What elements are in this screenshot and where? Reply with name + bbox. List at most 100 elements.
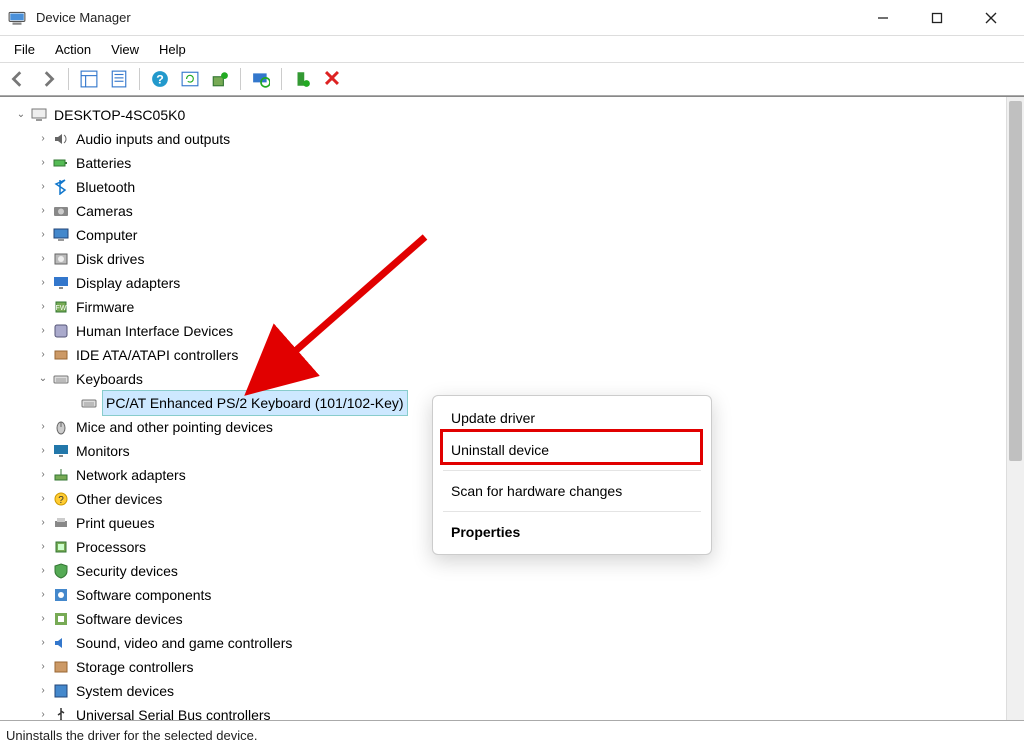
tree-category[interactable]: ›Bluetooth [6,175,1006,199]
menu-file[interactable]: File [4,39,45,60]
showhide-tree-button[interactable] [75,65,103,93]
scan-hardware-button[interactable] [247,65,275,93]
tree-category-label: Processors [74,535,148,559]
ctx-uninstall-device[interactable]: Uninstall device [433,434,711,466]
other-icon: ? [52,490,70,508]
chevron-right-icon[interactable]: › [36,271,50,295]
svg-text:FW: FW [56,305,67,312]
minimize-button[interactable] [856,0,910,36]
monitor-icon [52,442,70,460]
chevron-right-icon[interactable]: › [36,463,50,487]
toolbar-separator [139,68,140,90]
status-text: Uninstalls the driver for the selected d… [6,728,257,743]
close-button[interactable] [964,0,1018,36]
swdev-icon [52,610,70,628]
chevron-right-icon[interactable]: › [36,415,50,439]
chevron-right-icon[interactable]: › [36,223,50,247]
tree-category[interactable]: ›Storage controllers [6,655,1006,679]
camera-icon [52,202,70,220]
menu-bar: File Action View Help [0,36,1024,62]
chevron-right-icon[interactable]: › [36,127,50,151]
chevron-right-icon[interactable]: › [36,607,50,631]
tree-root[interactable]: ⌄ DESKTOP-4SC05K0 [6,103,1006,127]
toolbar-separator [68,68,69,90]
chevron-right-icon[interactable]: › [36,295,50,319]
app-icon [8,9,26,27]
chevron-right-icon[interactable]: › [36,703,50,720]
tree-category-label: Security devices [74,559,180,583]
display-icon [52,274,70,292]
chevron-right-icon[interactable]: › [36,559,50,583]
add-drivers-button[interactable] [288,65,316,93]
tree-category-label: System devices [74,679,176,703]
context-menu-separator [443,511,701,512]
chevron-right-icon[interactable]: › [36,655,50,679]
tree-category[interactable]: ›Audio inputs and outputs [6,127,1006,151]
uninstall-button[interactable]: ✕ [318,65,346,93]
tree-category-label: Software components [74,583,213,607]
storage-icon [52,658,70,676]
chevron-right-icon[interactable]: › [36,343,50,367]
chevron-right-icon[interactable]: › [36,175,50,199]
chevron-right-icon[interactable]: › [36,247,50,271]
chevron-down-icon[interactable]: ⌄ [36,367,50,391]
tree-category[interactable]: › Human Interface Devices [6,319,1006,343]
chevron-right-icon[interactable]: › [36,487,50,511]
tree-category-label: Display adapters [74,271,182,295]
scrollbar-thumb[interactable] [1009,101,1022,461]
chevron-right-icon[interactable]: › [36,631,50,655]
tree-category[interactable]: ›FWFirmware [6,295,1006,319]
tree-category[interactable]: ›Cameras [6,199,1006,223]
help-button[interactable]: ? [146,65,174,93]
tree-category-label: Network adapters [74,463,188,487]
tree-category-label: Batteries [74,151,133,175]
vertical-scrollbar[interactable] [1006,97,1024,720]
update-driver-button[interactable] [206,65,234,93]
chevron-right-icon[interactable]: › [36,319,50,343]
tree-category[interactable]: › Software components [6,583,1006,607]
chevron-right-icon[interactable]: › [36,439,50,463]
menu-help[interactable]: Help [149,39,196,60]
tree-category[interactable]: › Display adapters [6,271,1006,295]
tree-category[interactable]: › Batteries [6,151,1006,175]
chevron-right-icon[interactable]: › [36,511,50,535]
work-area: ⌄ DESKTOP-4SC05K0 ›Audio inputs and outp… [0,96,1024,720]
chevron-down-icon[interactable]: ⌄ [14,103,28,127]
tree-category[interactable]: › Universal Serial Bus controllers [6,703,1006,720]
tree-category[interactable]: ›IDE ATA/ATAPI controllers [6,343,1006,367]
tree-category[interactable]: › Security devices [6,559,1006,583]
uninstall-x-icon: ✕ [323,66,341,92]
tree-category[interactable]: ⌄Keyboards [6,367,1006,391]
back-button[interactable] [4,65,32,93]
menu-action[interactable]: Action [45,39,101,60]
svg-text:?: ? [58,495,64,506]
chevron-right-icon[interactable]: › [36,679,50,703]
properties-button[interactable] [105,65,133,93]
firmware-icon: FW [52,298,70,316]
maximize-button[interactable] [910,0,964,36]
tree-category[interactable]: ›Disk drives [6,247,1006,271]
ctx-scan-hardware[interactable]: Scan for hardware changes [433,475,711,507]
tree-category-label: Human Interface Devices [74,319,235,343]
tree-category[interactable]: › System devices [6,679,1006,703]
usb-icon [52,706,70,720]
refresh-button[interactable] [176,65,204,93]
ctx-properties[interactable]: Properties [433,516,711,548]
tree-category[interactable]: ›Sound, video and game controllers [6,631,1006,655]
context-menu: Update driver Uninstall device Scan for … [432,395,712,555]
forward-button[interactable] [34,65,62,93]
tree-category[interactable]: ›Software devices [6,607,1006,631]
chevron-right-icon[interactable]: › [36,199,50,223]
tree-root-label: DESKTOP-4SC05K0 [52,103,187,127]
tree-category[interactable]: ›Computer [6,223,1006,247]
printer-icon [52,514,70,532]
status-bar: Uninstalls the driver for the selected d… [0,720,1024,750]
menu-view[interactable]: View [101,39,149,60]
toolbar-separator [281,68,282,90]
tree-category-label: Universal Serial Bus controllers [74,703,273,720]
chevron-right-icon[interactable]: › [36,583,50,607]
chevron-right-icon[interactable]: › [36,535,50,559]
chevron-right-icon[interactable]: › [36,151,50,175]
toolbar: ? ✕ [0,62,1024,96]
ctx-update-driver[interactable]: Update driver [433,402,711,434]
